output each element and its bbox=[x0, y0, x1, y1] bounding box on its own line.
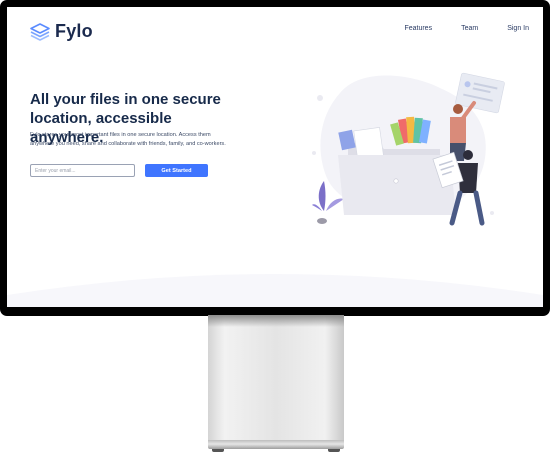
file-sharing-illustration bbox=[312, 72, 505, 226]
nav-link-sign-in[interactable]: Sign In bbox=[507, 25, 529, 32]
logo-wordmark: Fylo bbox=[55, 21, 93, 41]
monitor-mockup: Fylo Features Team Sign In All your file… bbox=[0, 0, 550, 453]
main-nav: Features Team Sign In bbox=[375, 25, 529, 32]
decor-dot bbox=[317, 95, 323, 101]
monitor-stand-feet bbox=[212, 449, 340, 452]
folder-clasp bbox=[393, 178, 399, 184]
stacked-layers-icon bbox=[29, 22, 51, 42]
monitor-frame: Fylo Features Team Sign In All your file… bbox=[0, 0, 550, 316]
nav-link-team[interactable]: Team bbox=[461, 25, 478, 32]
bottom-wave bbox=[7, 274, 543, 307]
nav-link-features[interactable]: Features bbox=[404, 25, 432, 32]
monitor-screen: Fylo Features Team Sign In All your file… bbox=[7, 7, 543, 307]
rock bbox=[317, 218, 327, 224]
get-started-button[interactable]: Get Started bbox=[145, 164, 208, 177]
email-input[interactable] bbox=[30, 164, 135, 177]
hero-description: Fylo stores your most important files in… bbox=[30, 132, 226, 147]
signup-form: Get Started bbox=[30, 164, 208, 177]
stand-foot bbox=[328, 449, 340, 452]
stand-foot bbox=[212, 449, 224, 452]
decor-dot bbox=[490, 211, 494, 215]
monitor-stand-base bbox=[208, 440, 344, 449]
monitor-stand-neck bbox=[208, 315, 344, 441]
site-header: Fylo Features Team Sign In bbox=[29, 21, 529, 43]
logo[interactable]: Fylo bbox=[29, 21, 93, 42]
decor-dot bbox=[312, 151, 316, 155]
monitor-stand-shadow bbox=[208, 315, 344, 327]
